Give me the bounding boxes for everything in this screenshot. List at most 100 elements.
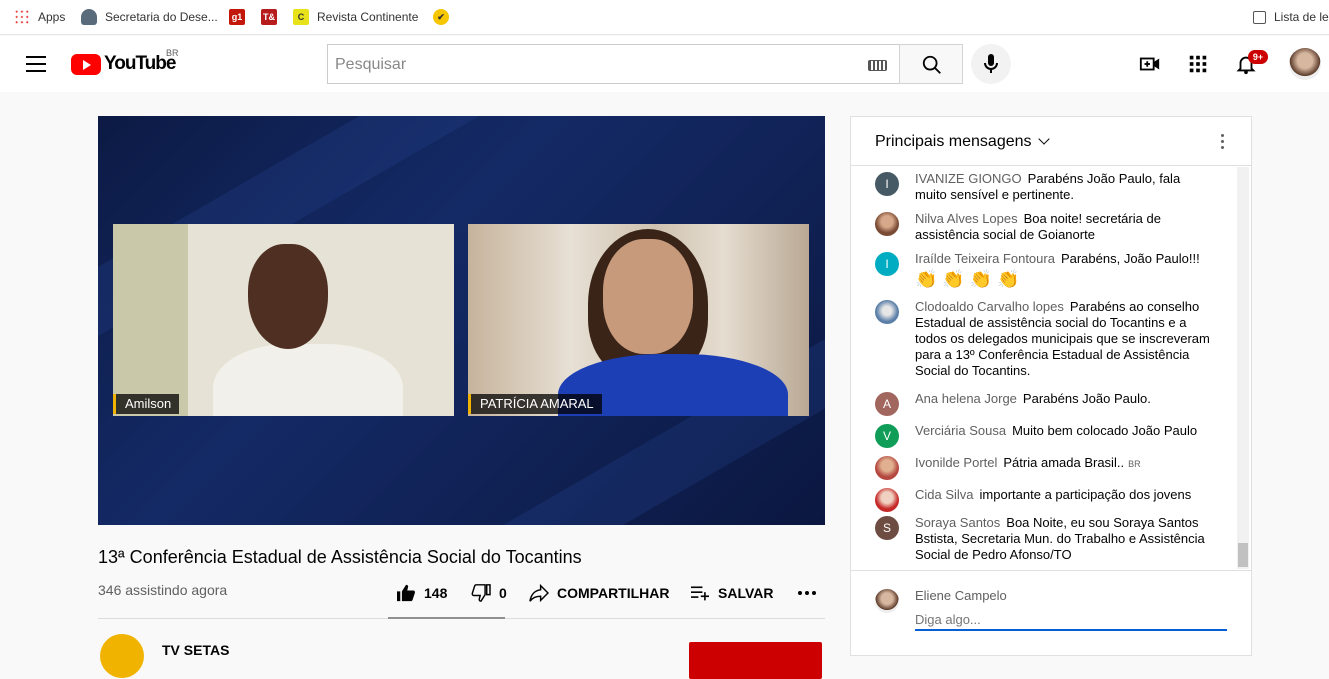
like-ratio-bar <box>388 617 505 619</box>
like-button[interactable]: 148 <box>396 584 447 602</box>
message-author[interactable]: Cida Silva <box>915 487 974 502</box>
share-icon <box>529 584 549 602</box>
live-chat-panel: Principais mensagens I IVANIZE GIONGO Par… <box>850 116 1252 656</box>
chat-message-input[interactable] <box>915 609 1227 631</box>
author-avatar: I <box>875 252 899 276</box>
chat-more-icon[interactable] <box>1221 134 1225 150</box>
menu-icon[interactable] <box>26 56 46 72</box>
author-avatar <box>875 488 899 512</box>
thumbs-up-icon <box>397 584 415 602</box>
channel-avatar[interactable] <box>100 634 144 678</box>
apps-grid-icon <box>14 9 30 25</box>
bookmark-news[interactable]: T& <box>261 8 285 26</box>
playlist-add-icon <box>691 586 709 601</box>
reading-list-icon <box>1253 10 1266 24</box>
author-avatar: S <box>875 516 899 540</box>
current-user-name: Eliene Campelo <box>915 588 1007 603</box>
continente-icon: C <box>293 9 309 25</box>
search-input[interactable]: Pesquisar <box>327 44 900 84</box>
dislike-button[interactable]: 0 <box>471 584 507 602</box>
car-icon <box>81 9 97 25</box>
chat-message[interactable]: V Verciária Sousa Muito bem colocado João… <box>875 423 1215 448</box>
bookmark-apps[interactable]: Apps <box>14 8 65 26</box>
search-button[interactable] <box>899 44 963 84</box>
youtube-play-icon <box>71 53 101 75</box>
clapping-hands-emoji: 👏 👏 👏 👏 <box>915 269 1020 289</box>
youtube-logo[interactable]: YouTube BR <box>71 48 179 75</box>
search-placeholder: Pesquisar <box>335 56 407 73</box>
participant-image <box>213 244 403 416</box>
dislike-count: 0 <box>499 585 507 601</box>
participant-name-tag: Amilson <box>113 394 180 414</box>
thumbs-down-icon <box>471 584 491 602</box>
participant-video-2: PATRÍCIA AMARAL <box>468 224 809 416</box>
brazil-flag-emoji: BR <box>1128 459 1141 469</box>
microphone-icon <box>984 54 998 73</box>
message-text: Parabéns, João Paulo!!! <box>1060 251 1200 266</box>
participant-name-tag: PATRÍCIA AMARAL <box>468 394 602 414</box>
author-avatar <box>875 212 899 236</box>
notification-badge: 9+ <box>1248 50 1268 64</box>
message-author[interactable]: IVANIZE GIONGO <box>915 171 1022 186</box>
chat-message[interactable]: Cida Silva importante a participação dos … <box>875 487 1215 512</box>
chat-message[interactable]: Clodoaldo Carvalho lopes Parabéns ao cons… <box>875 299 1215 379</box>
masthead: YouTube BR Pesquisar 9+ <box>0 36 1329 92</box>
channel-name[interactable]: TV SETAS <box>162 642 229 658</box>
search-icon <box>922 55 941 74</box>
chat-input-area: Eliene Campelo <box>851 570 1251 660</box>
chat-message[interactable]: A Ana helena Jorge Parabéns João Paulo. <box>875 391 1215 416</box>
author-avatar <box>875 456 899 480</box>
share-label: COMPARTILHAR <box>557 585 670 601</box>
message-author[interactable]: Soraya Santos <box>915 515 1000 530</box>
participant-video-1: Amilson <box>113 224 454 416</box>
bookmarks-bar: Apps Secretaria do Dese... g1 T& C Revis… <box>0 0 1329 35</box>
author-avatar: I <box>875 172 899 196</box>
bookmark-revista-continente[interactable]: C Revista Continente <box>293 8 418 26</box>
message-author[interactable]: Ivonilde Portel <box>915 455 997 470</box>
voice-search-button[interactable] <box>971 44 1011 84</box>
keyboard-icon[interactable] <box>868 60 887 71</box>
message-text: Pátria amada Brasil.. <box>1003 455 1125 470</box>
more-actions-button[interactable] <box>797 584 825 602</box>
save-button[interactable]: SALVAR <box>690 584 773 602</box>
bookmark-label: Revista Continente <box>317 10 419 24</box>
author-avatar <box>875 300 899 324</box>
bookmark-g1[interactable]: g1 <box>229 8 253 26</box>
check-badge-icon: ✔ <box>433 9 449 25</box>
message-author[interactable]: Ana helena Jorge <box>915 391 1017 406</box>
reading-list[interactable]: Lista de le <box>1253 8 1329 26</box>
account-avatar[interactable] <box>1289 48 1321 80</box>
chat-message[interactable]: I IVANIZE GIONGO Parabéns João Paulo, fal… <box>875 171 1215 203</box>
chat-message[interactable]: Ivonilde Portel Pátria amada Brasil.. BR <box>875 455 1215 480</box>
bookmark-label: Secretaria do Dese... <box>105 10 218 24</box>
message-text: Parabéns João Paulo. <box>1022 391 1151 406</box>
logo-text: YouTube <box>104 53 176 74</box>
chat-header: Principais mensagens <box>851 117 1251 166</box>
create-video-icon[interactable] <box>1139 53 1161 75</box>
bookmark-secretaria[interactable]: Secretaria do Dese... <box>81 8 218 26</box>
share-button[interactable]: COMPARTILHAR <box>529 584 670 602</box>
bookmark-label: Apps <box>38 10 66 24</box>
message-author[interactable]: Verciária Sousa <box>915 423 1006 438</box>
more-horizontal-icon <box>798 591 816 595</box>
author-avatar: A <box>875 392 899 416</box>
bookmark-check[interactable]: ✔ <box>433 8 457 26</box>
chevron-down-icon <box>1037 133 1050 145</box>
message-author[interactable]: Iraílde Teixeira Fontoura <box>915 251 1055 266</box>
country-code: BR <box>166 48 179 58</box>
chat-message[interactable]: I Iraílde Teixeira Fontoura Parabéns, Joã… <box>875 251 1215 291</box>
message-author[interactable]: Nilva Alves Lopes <box>915 211 1018 226</box>
chat-scrollbar[interactable] <box>1237 167 1249 569</box>
video-player[interactable]: Amilson PATRÍCIA AMARAL <box>98 116 825 525</box>
chat-message[interactable]: Nilva Alves Lopes Boa noite! secretária d… <box>875 211 1215 243</box>
participant-image <box>558 229 788 416</box>
chat-mode-dropdown[interactable]: Principais mensagens <box>875 133 1050 151</box>
message-text: importante a participação dos jovens <box>979 487 1192 502</box>
like-count: 148 <box>424 585 448 601</box>
message-author[interactable]: Clodoaldo Carvalho lopes <box>915 299 1064 314</box>
chat-message[interactable]: S Soraya Santos Boa Noite, eu sou Soraya … <box>875 515 1215 563</box>
viewer-count: 346 assistindo agora <box>98 582 228 598</box>
apps-icon[interactable] <box>1187 53 1209 75</box>
chat-scrollbar-thumb[interactable] <box>1238 543 1248 567</box>
video-title: 13ª Conferência Estadual de Assistência … <box>98 547 582 567</box>
